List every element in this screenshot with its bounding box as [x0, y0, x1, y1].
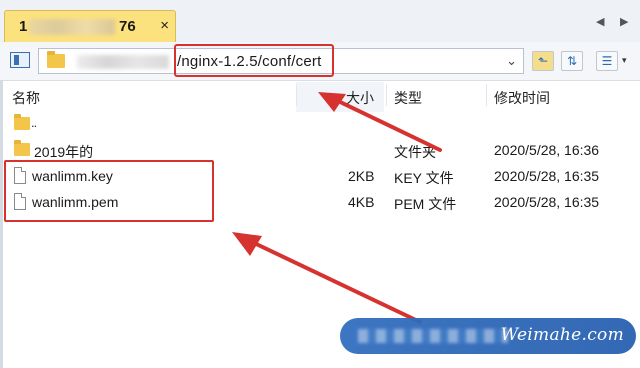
watermark-redacted — [358, 329, 508, 343]
sync-browse-button[interactable]: ⇅ — [561, 51, 583, 71]
files-annotation-box — [4, 160, 214, 222]
folder-icon — [14, 140, 30, 156]
tab-bar: 1 76 × ◀ ▶ — [0, 0, 640, 43]
column-header-size[interactable]: 大小 — [346, 88, 374, 108]
column-header-name[interactable]: 名称 — [12, 88, 40, 108]
view-mode-dropdown-icon[interactable]: ▾ — [622, 55, 627, 66]
path-annotation-box — [174, 44, 334, 77]
column-divider[interactable] — [296, 84, 297, 106]
column-header-type[interactable]: 类型 — [394, 88, 422, 108]
address-dropdown-icon[interactable]: ⌄ — [506, 53, 517, 69]
tab-prev-icon[interactable]: ◀ — [596, 15, 604, 28]
tab-remote-session[interactable]: 1 76 × — [4, 10, 176, 42]
list-left-border — [0, 80, 3, 368]
list-item-parent[interactable]: .. — [6, 112, 634, 138]
address-path-redacted — [77, 55, 169, 69]
file-name: 2019年的 — [34, 144, 94, 160]
file-type: KEY 文件 — [394, 170, 454, 186]
file-modified: 2020/5/28, 16:36 — [494, 142, 600, 158]
file-type: PEM 文件 — [394, 196, 457, 212]
watermark-banner: Weimahe.com — [340, 318, 636, 354]
address-folder-icon — [47, 51, 65, 68]
file-type: 文件夹 — [394, 144, 436, 160]
tab-next-icon[interactable]: ▶ — [620, 15, 628, 28]
watermark-text: Weimahe.com — [500, 325, 624, 345]
view-mode-button[interactable]: ☰ — [596, 51, 618, 71]
column-header-modified[interactable]: 修改时间 — [494, 88, 550, 108]
file-size: 4KB — [348, 194, 375, 210]
parent-folder-icon — [14, 114, 30, 130]
file-modified: 2020/5/28, 16:35 — [494, 194, 600, 210]
panel-toggle-icon[interactable] — [10, 52, 30, 68]
tab-title-redacted — [29, 19, 115, 35]
tab-close-icon[interactable]: × — [160, 17, 169, 34]
file-modified: 2020/5/28, 16:35 — [494, 168, 600, 184]
tab-title-suffix: 76 — [119, 18, 136, 35]
tab-title-prefix: 1 — [19, 18, 28, 35]
parent-directory-button[interactable]: ⬑ — [532, 51, 554, 71]
column-divider[interactable] — [486, 84, 487, 106]
file-size: 2KB — [348, 168, 375, 184]
column-divider[interactable] — [386, 84, 387, 106]
parent-folder-label: .. — [31, 115, 37, 130]
